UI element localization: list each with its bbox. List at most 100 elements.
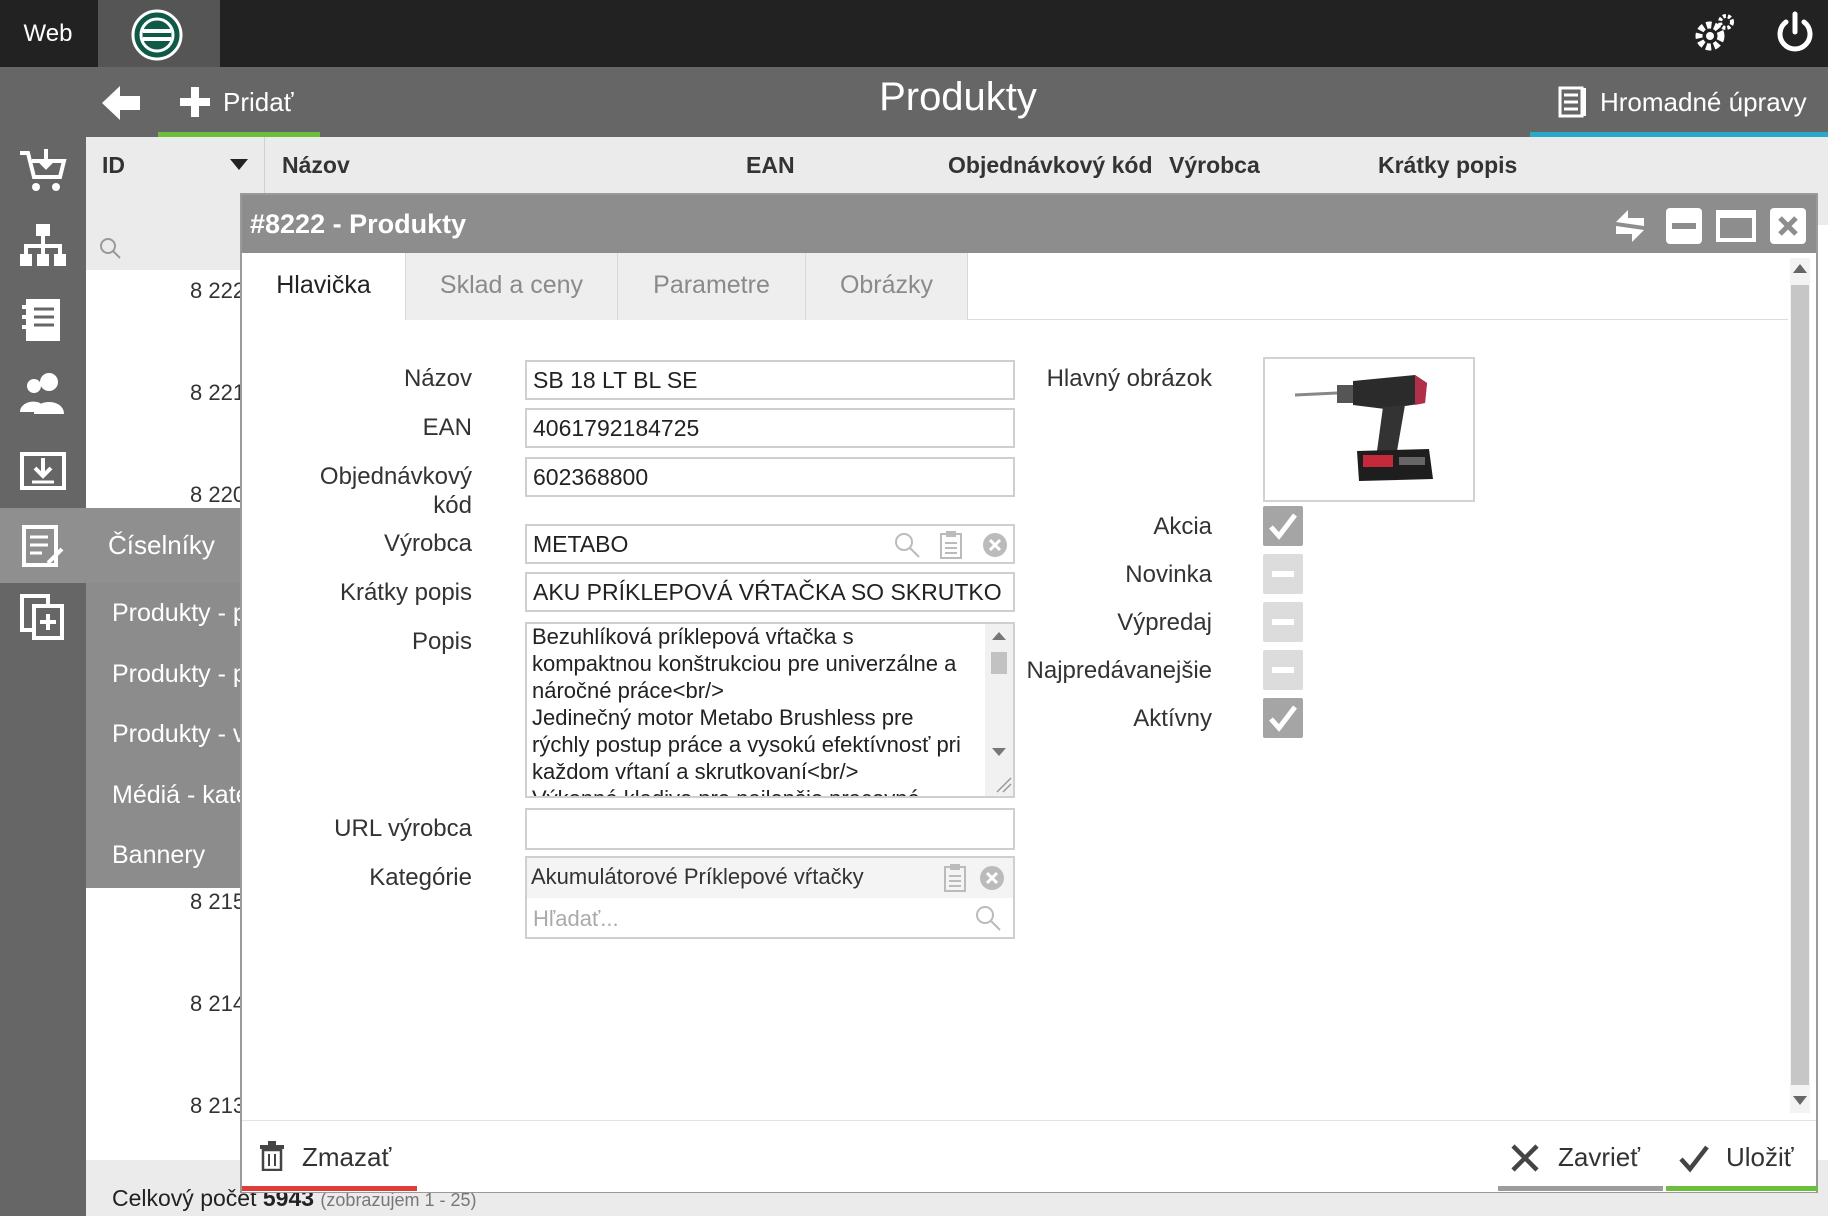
popis-line: kompaktnou konštrukciou pre univerzálne …	[532, 651, 957, 676]
add-button[interactable]: Pridať	[158, 67, 320, 137]
clipboard-icon[interactable]	[944, 864, 966, 892]
add-button-label: Pridať	[223, 87, 294, 117]
table-row-id[interactable]: 8 222	[190, 278, 245, 304]
category-tag-label: Akumulátorové Príklepové vŕtačky	[531, 864, 864, 889]
popis-line: Bezuhlíková príklepová vŕtačka s	[532, 624, 854, 649]
search-icon[interactable]	[98, 236, 122, 260]
scroll-up-icon[interactable]	[1793, 263, 1807, 273]
column-divider	[264, 137, 265, 193]
table-row-id[interactable]: 8 215	[190, 889, 245, 915]
search-icon[interactable]	[893, 531, 921, 559]
sidebar-sitemap-icon[interactable]	[16, 218, 70, 272]
check-icon	[1679, 1145, 1709, 1173]
nazov-input[interactable]: SB 18 LT BL SE	[525, 360, 1015, 400]
table-row-id[interactable]: 8 220	[190, 482, 245, 508]
table-row-id[interactable]: 8 213	[190, 1093, 245, 1119]
submenu-item[interactable]: Bannery	[112, 841, 205, 870]
minimize-icon[interactable]	[1664, 206, 1704, 246]
power-icon[interactable]	[1770, 8, 1820, 58]
category-picker: Akumulátorové Príklepové vŕtačky Hľadať.…	[525, 856, 1015, 939]
submenu-item[interactable]: Produkty - p	[112, 660, 242, 689]
popis-textarea[interactable]: Bezuhlíková príklepová vŕtačka s kompakt…	[525, 622, 1015, 798]
refresh-icon[interactable]	[1610, 206, 1650, 246]
close-x-icon	[1511, 1144, 1539, 1172]
filter-row	[86, 225, 242, 270]
top-bar	[0, 0, 1828, 67]
category-tag[interactable]: Akumulátorové Príklepové vŕtačky	[527, 858, 1013, 898]
label-najpredavanejsie: Najpredávanejšie	[1026, 657, 1212, 684]
showing-range: (zobrazujem 1 - 25)	[320, 1190, 477, 1210]
column-header-manufacturer[interactable]: Výrobca	[1169, 152, 1260, 179]
popis-line: náročné práce<br/>	[532, 678, 725, 703]
aktivny-checkbox[interactable]	[1263, 698, 1303, 738]
bulk-edit-label: Hromadné úpravy	[1600, 87, 1807, 117]
settings-gear-icon[interactable]	[1690, 8, 1740, 58]
minus-icon	[1272, 667, 1294, 673]
search-icon[interactable]	[974, 904, 1002, 932]
short-description-input[interactable]: AKU PRÍKLEPOVÁ VŔTAČKA SO SKRUTKO	[525, 572, 1015, 612]
maximize-icon[interactable]	[1716, 206, 1756, 246]
url-vyrobca-input[interactable]	[525, 808, 1015, 850]
label-popis: Popis	[411, 628, 472, 655]
sort-desc-icon[interactable]	[230, 159, 248, 171]
sidebar-download-icon[interactable]	[16, 440, 70, 494]
label-main-image: Hlavný obrázok	[1046, 365, 1212, 392]
label-vyrobca: Výrobca	[383, 530, 472, 557]
back-arrow-icon[interactable]	[100, 80, 144, 126]
tab-parametre[interactable]: Parametre	[618, 253, 806, 320]
ean-input[interactable]: 4061792184725	[525, 408, 1015, 448]
app-logo-icon	[131, 9, 183, 61]
product-modal	[240, 193, 1818, 1193]
label-novinka: Novinka	[1125, 561, 1212, 588]
modal-scroll-thumb[interactable]	[1791, 285, 1809, 1085]
label-aktivny: Aktívny	[1133, 705, 1212, 732]
modal-header[interactable]	[242, 195, 1816, 253]
category-search-input[interactable]: Hľadať...	[533, 906, 619, 932]
column-header-order-code[interactable]: Objednávkový kód	[948, 152, 1153, 179]
sidebar-item-ciselniky[interactable]: Číselníky	[0, 508, 242, 583]
column-header-ean[interactable]: EAN	[746, 152, 795, 179]
sidebar-cart-icon[interactable]	[16, 143, 70, 197]
table-row-id[interactable]: 8 214	[190, 991, 245, 1017]
close-underline	[1498, 1186, 1663, 1191]
submenu-item[interactable]: Produkty - p	[112, 599, 242, 628]
bulk-edit-button[interactable]: Hromadné úpravy	[1530, 67, 1828, 137]
logo-tab[interactable]	[98, 0, 220, 67]
scroll-down-icon[interactable]	[1793, 1096, 1807, 1106]
popis-line: Výkonné kladivo pre najlepšie pracovné	[532, 786, 920, 796]
column-header-nazov[interactable]: Názov	[282, 152, 350, 179]
order-code-input[interactable]: 602368800	[525, 457, 1015, 497]
tab-sklad-a-ceny[interactable]: Sklad a ceny	[406, 253, 618, 320]
novinka-checkbox[interactable]	[1263, 554, 1303, 594]
vypredaj-checkbox[interactable]	[1263, 602, 1303, 642]
close-icon[interactable]	[1768, 206, 1808, 246]
submenu-item[interactable]: Produkty - v	[112, 720, 242, 749]
label-short-description: Krátky popis	[339, 579, 472, 606]
akcia-checkbox[interactable]	[1263, 506, 1303, 546]
plus-icon	[180, 87, 210, 117]
label-order-code-2: kód	[433, 492, 472, 519]
clear-icon[interactable]	[978, 864, 1006, 892]
delete-underline	[242, 1186, 417, 1191]
main-image[interactable]	[1263, 357, 1475, 502]
tab-obrazky[interactable]: Obrázky	[806, 253, 968, 320]
web-tab[interactable]: Web	[0, 0, 96, 67]
najpredavanejsie-checkbox[interactable]	[1263, 650, 1303, 690]
label-akcia: Akcia	[1153, 513, 1212, 540]
save-label: Uložiť	[1726, 1142, 1794, 1172]
submenu-item[interactable]: Médiá - kate	[112, 781, 242, 810]
column-header-id[interactable]: ID	[102, 152, 125, 179]
list-icon	[1558, 86, 1586, 118]
total-label: Celkový počet	[112, 1185, 257, 1211]
column-header-short-description[interactable]: Krátky popis	[1378, 152, 1517, 179]
sidebar-document-icon[interactable]	[16, 293, 70, 347]
popis-line: Jedinečný motor Metabo Brushless pre	[532, 705, 914, 730]
sidebar-add-document-icon[interactable]	[16, 590, 70, 644]
label-nazov: Názov	[403, 365, 472, 392]
sidebar-users-icon[interactable]	[16, 366, 70, 420]
modal-title: #8222 - Produkty	[250, 209, 467, 239]
table-row-id[interactable]: 8 221	[190, 380, 245, 406]
list-edit-icon	[22, 525, 64, 567]
tab-hlavicka[interactable]: Hlavička	[242, 253, 406, 320]
clipboard-icon[interactable]	[940, 531, 962, 559]
